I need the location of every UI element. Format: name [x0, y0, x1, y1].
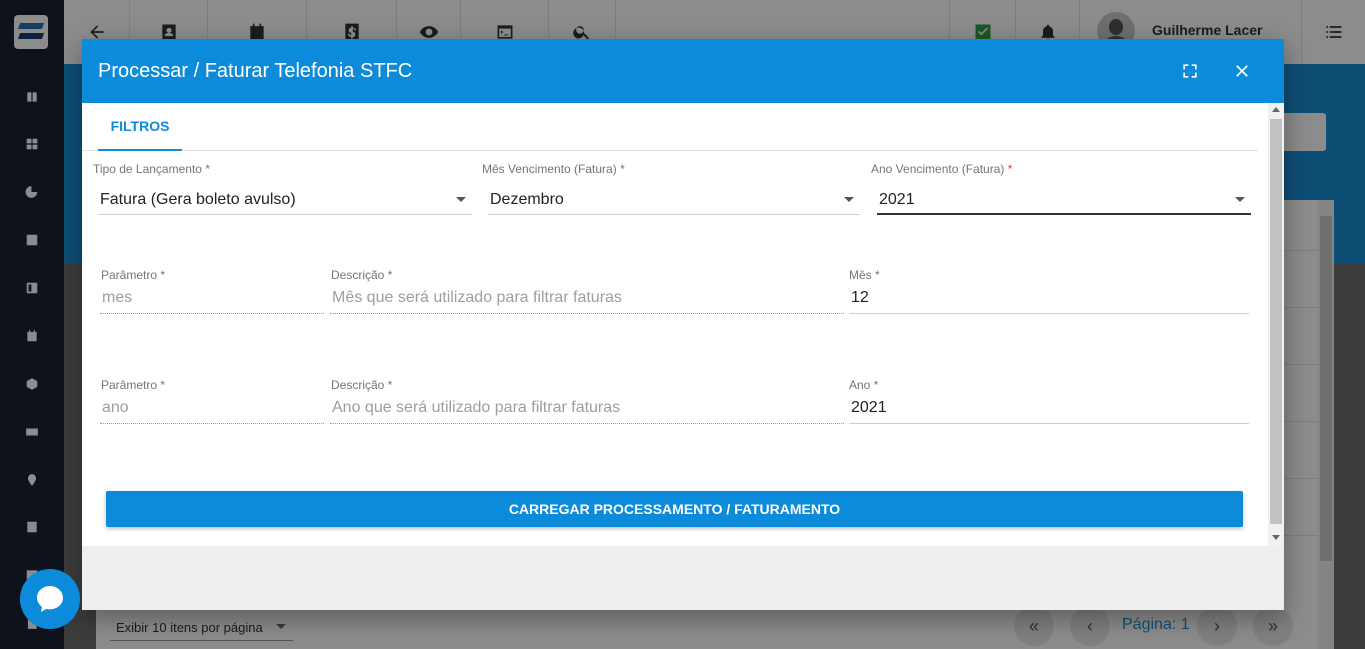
tipo-lancamento-label: Tipo de Lançamento * [93, 162, 210, 176]
dialog-title: Processar / Faturar Telefonia STFC [98, 60, 413, 82]
chevron-down-icon [1235, 197, 1245, 202]
chat-icon[interactable] [20, 569, 80, 629]
mes-label: Mês * [849, 268, 880, 282]
ano-vencimento-select[interactable]: 2021 [877, 185, 1251, 215]
parametro-ano-field: ano [100, 394, 324, 424]
process-billing-dialog: Processar / Faturar Telefonia STFC FILTR… [82, 39, 1284, 610]
ano-vencimento-label: Ano Vencimento (Fatura) * [871, 162, 1013, 176]
dialog-body: FILTROS Tipo de Lançamento * Fatura (Ger… [82, 103, 1268, 546]
chevron-down-icon [456, 197, 466, 202]
parametro-label: Parâmetro * [101, 268, 166, 282]
ano-value-input[interactable]: 2021 [849, 394, 1249, 424]
fullscreen-icon[interactable] [1178, 59, 1202, 83]
parametro-label: Parâmetro * [101, 378, 166, 392]
tab-filtros[interactable]: FILTROS [98, 103, 182, 151]
parametro-mes-field: mes [100, 284, 324, 314]
descricao-label: Descrição * [331, 378, 393, 392]
close-icon[interactable] [1230, 59, 1254, 83]
dialog-header: Processar / Faturar Telefonia STFC [82, 39, 1284, 103]
tipo-lancamento-select[interactable]: Fatura (Gera boleto avulso) [98, 185, 472, 215]
mes-vencimento-select[interactable]: Dezembro [488, 185, 860, 215]
descricao-label: Descrição * [331, 268, 393, 282]
dialog-scrollbar[interactable] [1268, 103, 1284, 546]
tab-bar: FILTROS [82, 103, 1258, 151]
carregar-processamento-button[interactable]: CARREGAR PROCESSAMENTO / FATURAMENTO [106, 491, 1243, 527]
descricao-ano-field: Ano que será utilizado para filtrar fatu… [330, 394, 844, 424]
mes-vencimento-label: Mês Vencimento (Fatura) * [482, 162, 625, 176]
ano-label: Ano * [849, 378, 879, 392]
mes-value-input[interactable]: 12 [849, 284, 1249, 314]
descricao-mes-field: Mês que será utilizado para filtrar fatu… [330, 284, 844, 314]
chevron-down-icon [844, 197, 854, 202]
